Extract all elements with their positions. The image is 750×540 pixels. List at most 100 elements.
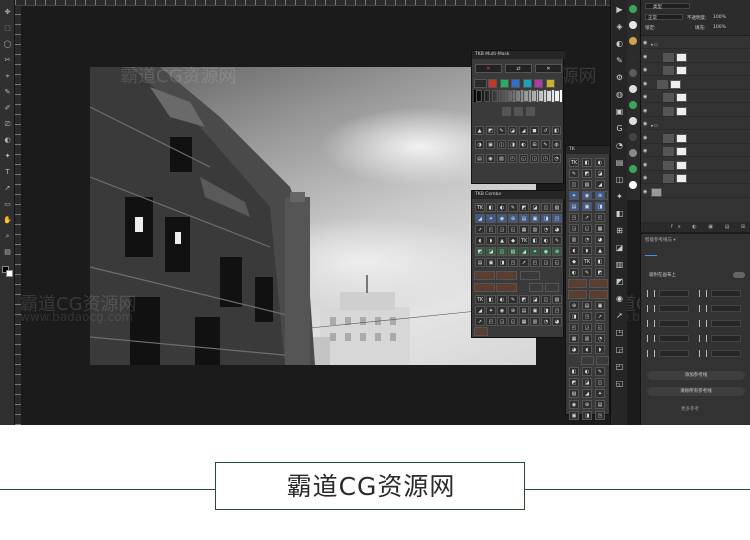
mask-tool-icon[interactable]: ◼ (530, 126, 539, 135)
guide-align-icon[interactable] (647, 350, 655, 357)
mask-tool-icon[interactable]: ⊞ (530, 140, 539, 149)
mini-tool-icon[interactable]: ▣ (595, 301, 605, 310)
panel-toggle-icon[interactable]: ◱ (614, 379, 625, 389)
mask-tool-icon[interactable]: ◨ (508, 140, 517, 149)
panel-toggle-icon[interactable]: ✎ (614, 56, 625, 66)
zone-number[interactable] (538, 90, 545, 102)
mini-tool-icon[interactable]: ✎ (582, 268, 592, 277)
combo-tool-icon[interactable]: ◉ (541, 247, 551, 256)
combo-tool-icon[interactable]: ▦ (519, 317, 529, 326)
combo-tool-icon[interactable]: ▥ (530, 225, 540, 234)
panel-toggle-icon[interactable]: ➚ (614, 311, 625, 321)
flatten-image-button[interactable] (568, 290, 587, 299)
mini-tool-icon[interactable]: ◉ (569, 400, 579, 409)
mini-tool-icon[interactable]: ◪ (595, 169, 605, 178)
layer-row[interactable]: ◉ (641, 65, 750, 76)
mask-tool-icon[interactable]: ◉ (486, 154, 495, 163)
combo-tool-icon[interactable]: ➚ (475, 317, 485, 326)
layer-row[interactable]: ◉ ▸▭ (641, 119, 750, 130)
combo-tool-icon[interactable]: ◢ (475, 306, 485, 315)
guide-align-icon[interactable] (699, 290, 707, 297)
mask-tool-icon[interactable]: ◑ (475, 140, 484, 149)
mask-tool-icon[interactable]: ◳ (541, 154, 550, 163)
combo-tool-icon[interactable]: ◖ (475, 236, 485, 245)
mini-tool-icon[interactable]: ▣ (582, 202, 592, 211)
combo-tool-icon[interactable]: ◨ (497, 258, 507, 267)
guide-value-field[interactable] (659, 350, 689, 357)
mask-tool-icon[interactable]: ◍ (552, 140, 561, 149)
tool-icon[interactable]: ➚ (3, 184, 12, 192)
layer-row[interactable]: ◉ (641, 146, 750, 157)
layer-row[interactable]: ◉ (641, 187, 750, 198)
mini-tool-icon[interactable]: TK (569, 158, 579, 167)
combo-tool-icon[interactable]: ✎ (552, 236, 562, 245)
tk-logo-button[interactable] (474, 327, 488, 336)
mask-tool-icon[interactable]: ▲ (475, 126, 484, 135)
combo-tool-icon[interactable]: ➚ (519, 258, 529, 267)
guide-value-field[interactable] (659, 320, 689, 327)
layer-filter[interactable] (645, 3, 690, 9)
panel-toggle-icon[interactable]: ◉ (614, 294, 625, 304)
mask-tool-icon[interactable]: ◩ (486, 126, 495, 135)
acr-button[interactable] (581, 356, 594, 365)
channel-button-c[interactable] (522, 79, 532, 88)
combo-tool-icon[interactable]: ✦ (486, 306, 496, 315)
color-dot[interactable] (629, 37, 637, 45)
guide-align-icon[interactable] (647, 290, 655, 297)
combo-tool-icon[interactable]: ▣ (530, 214, 540, 223)
guide-value-field[interactable] (659, 290, 689, 297)
panel-toggle-icon[interactable]: ▶ (614, 5, 625, 15)
zone-number[interactable] (515, 90, 521, 102)
mini-tool-icon[interactable]: ◖ (582, 345, 592, 354)
mask-tool-icon[interactable]: ▣ (486, 140, 495, 149)
mini-tool-icon[interactable]: ◫ (595, 378, 605, 387)
panel-toggle-icon[interactable]: ◪ (614, 243, 625, 253)
mini-tool-icon[interactable]: ✎ (569, 169, 579, 178)
tool-icon[interactable]: ⌖ (3, 72, 12, 80)
layer-row[interactable]: ◉ (641, 173, 750, 184)
combo-tool-icon[interactable]: ✦ (486, 214, 496, 223)
color-dot[interactable] (629, 53, 637, 61)
combo-tool-icon[interactable]: ▤ (475, 258, 485, 267)
mini-tool-icon[interactable]: ▥ (582, 334, 592, 343)
combo-tool-icon[interactable]: ▧ (552, 203, 562, 212)
combo-tool-icon[interactable]: ✎ (508, 203, 518, 212)
mini-tool-icon[interactable]: ▣ (569, 411, 579, 420)
combo-tool-icon[interactable]: ◢ (475, 214, 485, 223)
zone-number[interactable] (554, 90, 560, 102)
combo-tool-icon[interactable]: ◫ (497, 247, 507, 256)
flatten-image-button[interactable] (474, 283, 495, 292)
color-dot[interactable] (629, 165, 637, 173)
mask-tool-icon[interactable]: ◐ (519, 140, 528, 149)
mask-tool-icon[interactable]: ◫ (497, 140, 506, 149)
zone-number[interactable] (499, 90, 506, 102)
mini-tool-icon[interactable]: ◕ (595, 235, 605, 244)
panel-toggle-icon[interactable]: ◩ (614, 277, 625, 287)
mini-tool-icon[interactable]: ▦ (595, 224, 605, 233)
panel-toggle-icon[interactable]: ▤ (614, 158, 625, 168)
combo-tool-icon[interactable]: ◩ (475, 247, 485, 256)
panel-toggle-icon[interactable]: ⚙ (614, 73, 625, 83)
mask-tool-icon[interactable]: ◧ (552, 126, 561, 135)
combo-tool-icon[interactable]: ⊕ (508, 214, 518, 223)
panel-toggle-icon[interactable]: ◲ (614, 345, 625, 355)
mini-tool-icon[interactable]: ⊕ (582, 400, 592, 409)
image-size-button[interactable] (496, 271, 517, 280)
guide-value-field[interactable] (711, 305, 741, 312)
mini-tool-icon[interactable]: ◳ (582, 312, 592, 321)
zoom-100-button[interactable] (589, 191, 608, 200)
duplicate-image-button[interactable] (568, 279, 587, 288)
combo-tool-icon[interactable]: ◉ (497, 214, 507, 223)
mask-tool-icon[interactable]: ◔ (552, 154, 561, 163)
visibility-eye-icon[interactable]: ◉ (643, 108, 648, 114)
layer-row[interactable]: ◉ (641, 52, 750, 63)
mini-tool-icon[interactable]: ◫ (569, 180, 579, 189)
mini-tool-icon[interactable]: ◩ (582, 169, 592, 178)
channel-button-r[interactable] (488, 79, 497, 88)
combo-tool-icon[interactable]: ◲ (497, 317, 507, 326)
guide-value-field[interactable] (711, 350, 741, 357)
combo-tool-icon[interactable]: ▦ (519, 225, 529, 234)
mini-tool-icon[interactable]: ◕ (569, 345, 579, 354)
layer-row[interactable]: ◉ (641, 160, 750, 171)
mini-tool-icon[interactable]: ◔ (595, 334, 605, 343)
